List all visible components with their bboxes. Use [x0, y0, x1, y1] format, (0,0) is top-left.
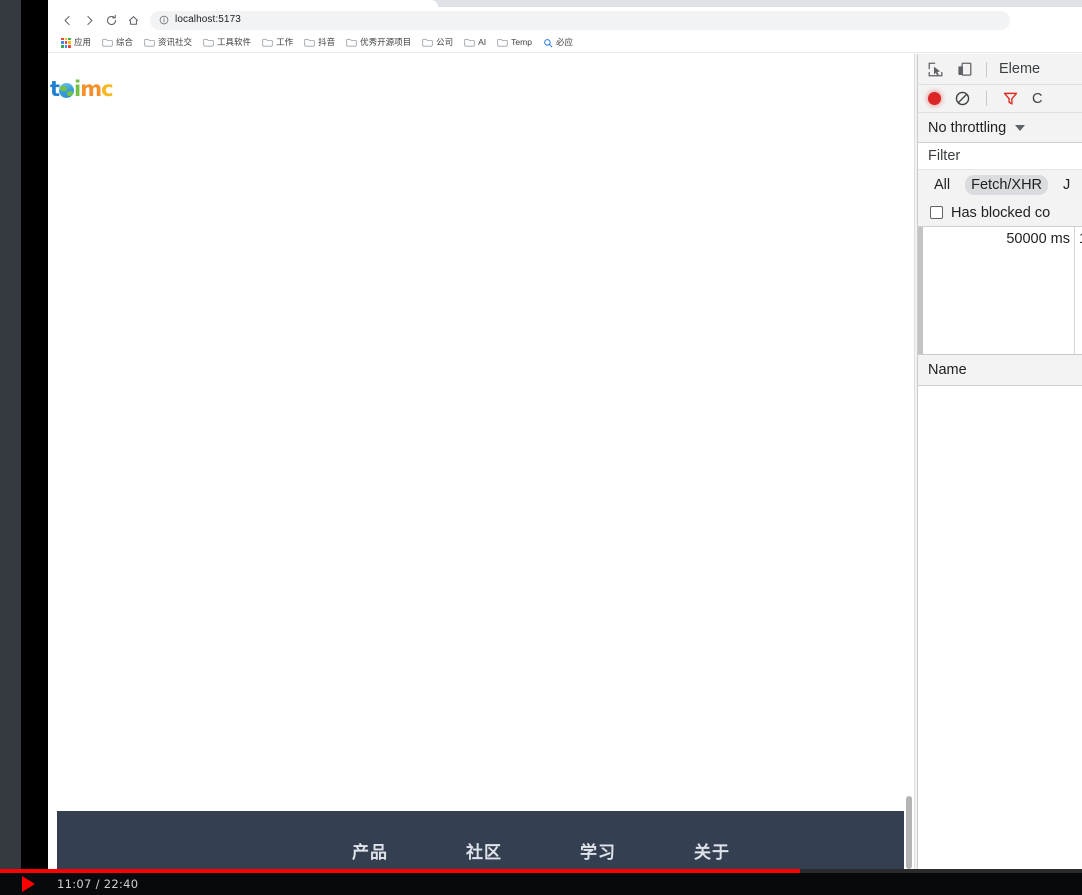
footer-nav-item-products[interactable]: 产品	[352, 845, 388, 862]
column-header-name[interactable]: Name	[928, 362, 967, 378]
overview-tick: 50000 ms	[923, 227, 1075, 354]
devtools-requests-table-body[interactable]	[918, 386, 1082, 804]
footer-nav-item-community[interactable]: 社区	[466, 845, 502, 862]
search-label[interactable]: C	[1032, 91, 1042, 107]
filter-chip-all[interactable]: All	[928, 175, 956, 195]
bookmark-apps[interactable]: 应用	[57, 37, 95, 49]
folder-icon	[346, 38, 357, 47]
bookmark-label: AI	[478, 37, 487, 48]
devtools-panel: Eleme C No throttling Filter All Fetch/X…	[918, 54, 1082, 869]
devtools-toolbar: Eleme	[918, 54, 1082, 85]
apps-grid-icon	[61, 37, 71, 48]
tab-elements[interactable]: Eleme	[999, 61, 1040, 77]
folder-icon	[262, 38, 273, 47]
address-bar[interactable]: localhost:5173	[150, 10, 1010, 30]
clear-network-icon[interactable]	[953, 89, 972, 108]
bookmark-folder-kaiyuanxiangmu[interactable]: 优秀开源项目	[342, 37, 415, 48]
page-scrollbar[interactable]	[904, 54, 914, 869]
bookmark-folder-temp[interactable]: Temp	[493, 37, 536, 48]
throttling-value: No throttling	[928, 119, 1007, 136]
bookmark-label: 应用	[74, 37, 92, 48]
bookmark-label: 抖音	[318, 37, 336, 48]
logo-letter-c: c	[101, 77, 113, 101]
bookmark-label: 综合	[116, 37, 134, 48]
address-bar-url: localhost:5173	[175, 14, 241, 25]
folder-icon	[102, 38, 113, 47]
folder-icon	[422, 38, 433, 47]
play-button-icon[interactable]	[22, 876, 35, 892]
reload-icon[interactable]	[100, 9, 122, 31]
overview-tick: 1	[1075, 227, 1082, 354]
overview-tick-label: 50000 ms	[1006, 231, 1070, 247]
has-blocked-cookies-checkbox[interactable]	[930, 206, 943, 219]
devtools-network-controls: C	[918, 85, 1082, 113]
footer-nav-item-learn[interactable]: 学习	[580, 845, 616, 862]
bookmark-bing[interactable]: 必应	[539, 37, 577, 49]
bookmark-folder-gongzuo[interactable]: 工作	[258, 37, 297, 48]
filter-chip-fetch-xhr[interactable]: Fetch/XHR	[965, 174, 1049, 195]
folder-icon	[464, 38, 475, 47]
bookmark-label: 优秀开源项目	[360, 37, 412, 48]
bookmark-folder-zixunshejiao[interactable]: 资讯社交	[140, 37, 196, 48]
logo-letter-t: t	[50, 77, 60, 101]
has-blocked-cookies-label: Has blocked co	[951, 204, 1051, 221]
site-logo[interactable]: t imc	[50, 77, 114, 101]
browser-tab-strip	[48, 0, 1082, 7]
browser-tab-active[interactable]	[48, 0, 438, 7]
site-footer: 产品 社区 学习 关于	[57, 811, 905, 869]
filter-placeholder: Filter	[928, 148, 961, 164]
search-icon	[544, 38, 553, 47]
video-letterbox	[21, 0, 48, 869]
folder-icon	[304, 38, 315, 47]
devtools-resource-type-filters: All Fetch/XHR J	[918, 170, 1082, 199]
footer-nav-item-about[interactable]: 关于	[694, 845, 730, 862]
bookmark-folder-douyin[interactable]: 抖音	[300, 37, 339, 48]
bookmark-folder-gongsi[interactable]: 公司	[418, 37, 457, 48]
page-viewport: t imc 产品 社区 学习 关于	[48, 54, 914, 869]
left-gutter	[0, 0, 21, 869]
browser-toolbar: localhost:5173	[48, 7, 1082, 33]
bookmarks-bar: 应用 综合 资讯社交 工具软件 工作 抖音 优秀开源项目 公司 AI Temp …	[48, 33, 1082, 53]
info-circle-icon[interactable]	[159, 15, 169, 25]
logo-globe-icon	[59, 83, 75, 98]
bookmark-folder-gongjuruanjian[interactable]: 工具软件	[199, 37, 255, 48]
filter-chip-js[interactable]: J	[1057, 175, 1076, 195]
bookmark-label: 工作	[276, 37, 294, 48]
home-icon[interactable]	[122, 9, 144, 31]
bookmark-label: 资讯社交	[158, 37, 193, 48]
toolbar-divider	[986, 91, 987, 106]
video-timecode: 11:07 / 22:40	[57, 877, 139, 891]
bookmark-label: Temp	[511, 37, 532, 48]
logo-letter-m: m	[80, 77, 102, 101]
browser-window: localhost:5173 应用 综合 资讯社交 工具软件 工作 抖音 优秀开…	[48, 0, 1082, 869]
folder-icon	[497, 38, 508, 47]
devtools-requests-table-header: Name	[918, 355, 1082, 386]
devtools-blocked-cookies-row[interactable]: Has blocked co	[918, 199, 1082, 227]
page-scrollbar-thumb[interactable]	[906, 796, 912, 869]
bookmark-label: 工具软件	[217, 37, 252, 48]
devtools-filter-input[interactable]: Filter	[918, 143, 1082, 170]
inspect-element-icon[interactable]	[926, 60, 945, 79]
footer-nav: 产品 社区 学习 关于	[57, 845, 905, 862]
folder-icon	[144, 38, 155, 47]
video-controls: 11:07 / 22:40	[0, 873, 1082, 895]
arrow-left-icon[interactable]	[56, 9, 78, 31]
folder-icon	[203, 38, 214, 47]
device-toolbar-icon[interactable]	[955, 60, 974, 79]
bookmark-folder-zonghe[interactable]: 综合	[98, 37, 137, 48]
devtools-throttling-select[interactable]: No throttling	[918, 113, 1082, 143]
bookmark-label: 公司	[436, 37, 454, 48]
arrow-right-icon[interactable]	[78, 9, 100, 31]
record-button-icon[interactable]	[928, 92, 941, 105]
devtools-network-overview[interactable]: 50000 ms 1	[918, 227, 1082, 355]
filter-funnel-icon[interactable]	[1001, 89, 1020, 108]
toolbar-divider	[986, 61, 987, 77]
bookmark-folder-ai[interactable]: AI	[460, 37, 490, 48]
bookmark-label: 必应	[555, 37, 573, 48]
video-player: localhost:5173 应用 综合 资讯社交 工具软件 工作 抖音 优秀开…	[0, 0, 1082, 895]
chevron-down-icon[interactable]	[1015, 124, 1026, 131]
